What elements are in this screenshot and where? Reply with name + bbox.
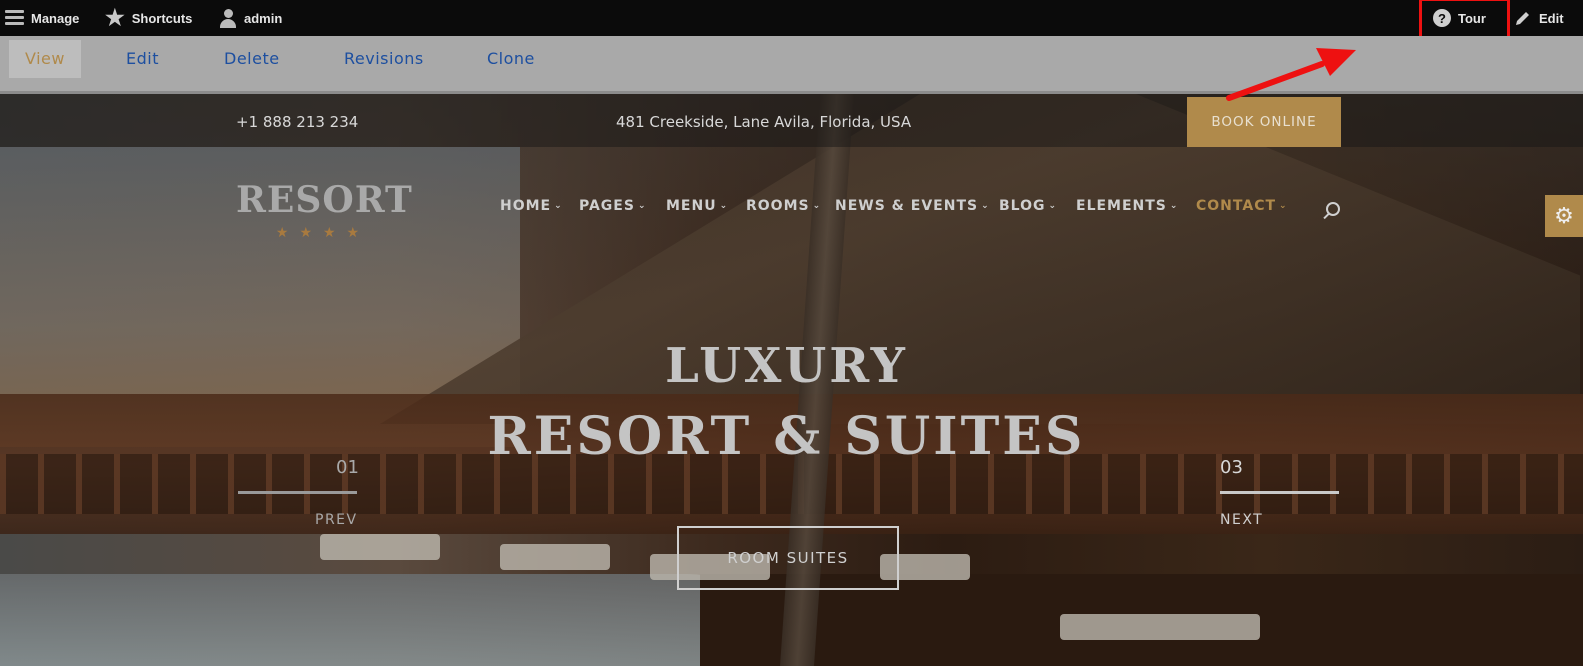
- nav-item-pages[interactable]: PAGES ⌄: [579, 198, 647, 222]
- hero-lounger: [1060, 614, 1260, 640]
- manage-label: Manage: [31, 10, 80, 26]
- tab-revisions[interactable]: Revisions: [344, 40, 424, 78]
- nav-item-elements[interactable]: ELEMENTS ⌄: [1076, 198, 1178, 222]
- tab-delete[interactable]: Delete: [224, 40, 280, 78]
- tour-highlight-box: [1419, 0, 1510, 40]
- chevron-down-icon: ⌄: [1169, 201, 1179, 211]
- next-slide-bar[interactable]: [1220, 491, 1339, 494]
- phone-number[interactable]: +1 888 213 234: [236, 94, 358, 147]
- hero-lounger: [320, 534, 440, 560]
- hero-title-line-2: RESORT & SUITES: [487, 406, 1086, 467]
- nav-item-menu[interactable]: MENU ⌄: [666, 198, 728, 222]
- chevron-down-icon: ⌄: [1279, 201, 1288, 211]
- gear-icon[interactable]: ⚙: [1545, 195, 1583, 237]
- manage-button[interactable]: Manage: [5, 0, 79, 36]
- logo-stars: ★★★★: [275, 224, 371, 240]
- hero-section: +1 888 213 234 481 Creekside, Lane Avila…: [0, 94, 1583, 666]
- hero-title-line-1: LUXURY: [665, 338, 908, 394]
- chevron-down-icon: ⌄: [554, 201, 563, 211]
- nav-item-news-events[interactable]: NEWS & EVENTS ⌄: [835, 198, 990, 222]
- shortcuts-label: Shortcuts: [131, 10, 193, 26]
- hero-background-pool: [0, 574, 780, 666]
- tab-view[interactable]: View: [9, 40, 81, 78]
- chevron-down-icon: ⌄: [812, 201, 822, 211]
- room-suites-button[interactable]: ROOM SUITES: [677, 526, 899, 590]
- chevron-down-icon: ⌄: [1048, 201, 1058, 211]
- search-icon[interactable]: [1322, 202, 1340, 222]
- user-label: admin: [244, 10, 283, 26]
- site-logo[interactable]: RESORT ★★★★: [236, 176, 413, 241]
- nav-item-home[interactable]: HOME ⌄: [500, 198, 563, 222]
- tab-edit[interactable]: Edit: [126, 40, 159, 78]
- prev-slide-bar[interactable]: [238, 491, 357, 494]
- person-icon: [219, 8, 237, 28]
- star-icon: ★: [105, 5, 125, 30]
- user-button[interactable]: admin: [219, 0, 282, 36]
- nav-item-blog[interactable]: BLOG ⌄: [999, 198, 1057, 222]
- chevron-down-icon: ⌄: [981, 201, 990, 211]
- next-slide-number: 03: [1220, 457, 1243, 478]
- tab-clone[interactable]: Clone: [487, 40, 535, 78]
- edit-mode-label: Edit: [1539, 10, 1564, 26]
- chevron-down-icon: ⌄: [637, 201, 647, 211]
- prev-slide-number: 01: [336, 457, 359, 478]
- edit-mode-button[interactable]: Edit: [1514, 0, 1564, 36]
- chevron-down-icon: ⌄: [719, 201, 729, 211]
- prev-slide-button[interactable]: PREV: [315, 512, 358, 528]
- shortcuts-button[interactable]: ★ Shortcuts: [105, 0, 192, 36]
- logo-text: RESORT: [236, 179, 413, 221]
- nav-item-rooms[interactable]: ROOMS ⌄: [746, 198, 821, 222]
- hero-lounger: [500, 544, 610, 570]
- nav-item-contact[interactable]: CONTACT ⌄: [1196, 198, 1288, 222]
- book-online-button[interactable]: BOOK ONLINE: [1187, 97, 1341, 147]
- pencil-icon: [1516, 12, 1529, 25]
- local-tasks-tabs: View Edit Delete Revisions Clone: [0, 36, 1583, 94]
- hamburger-icon: [5, 10, 24, 26]
- next-slide-button[interactable]: NEXT: [1220, 512, 1263, 528]
- admin-toolbar: Manage ★ Shortcuts admin ? Tour Edit: [0, 0, 1583, 40]
- address-text: 481 Creekside, Lane Avila, Florida, USA: [616, 113, 912, 131]
